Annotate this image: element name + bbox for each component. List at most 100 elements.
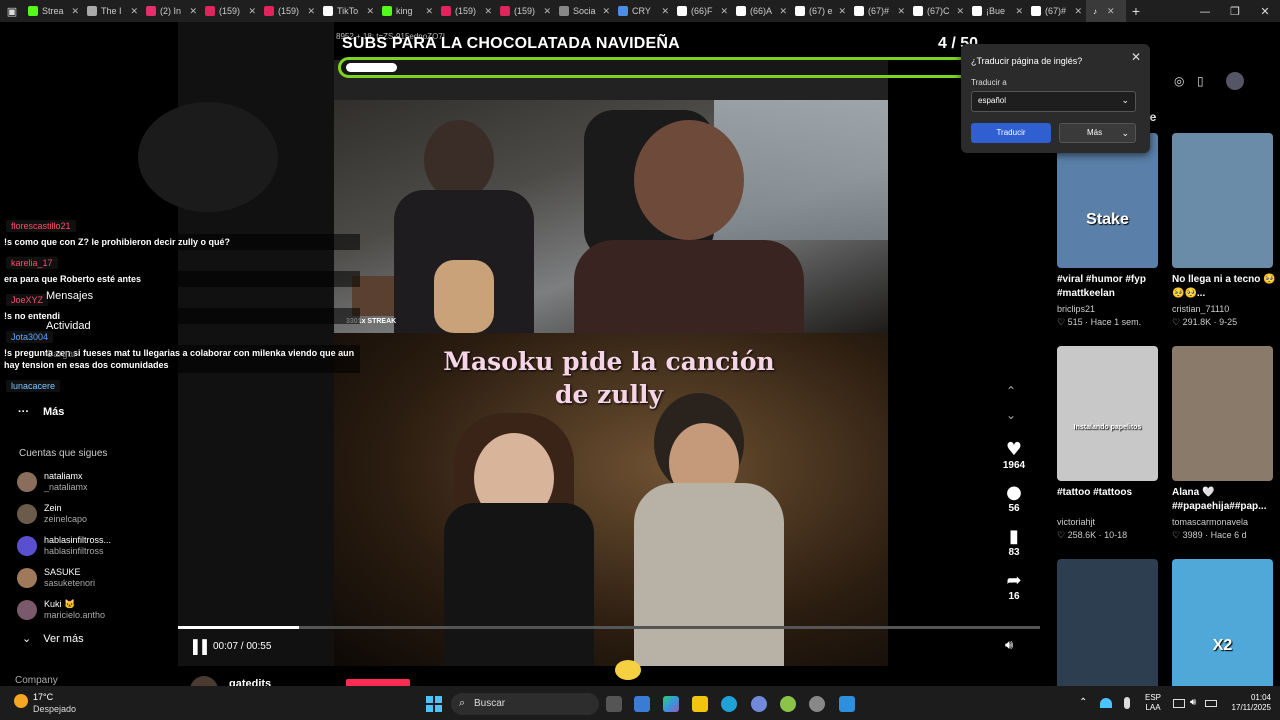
copilot-icon[interactable] (663, 696, 679, 712)
tab[interactable]: (2) In ✕ (142, 0, 201, 22)
window-menu-icon[interactable]: ▣ (0, 0, 24, 22)
following-item[interactable]: Kuki 🐱 maricielo.antho (17, 594, 105, 626)
tab[interactable]: Strea ✕ (24, 0, 83, 22)
tab[interactable]: TikTo ✕ (319, 0, 378, 22)
following-item[interactable]: hablasinfiltross... hablasinfiltross (17, 530, 111, 562)
language-select[interactable]: español ⌄ (971, 91, 1136, 112)
close-icon[interactable]: ✕ (1015, 6, 1023, 17)
close-icon[interactable]: ✕ (71, 6, 79, 17)
video-card[interactable] (1057, 559, 1161, 694)
card-username[interactable]: cristian_71110 (1172, 304, 1276, 314)
video-thumbnail[interactable] (1172, 346, 1273, 481)
video-thumbnail[interactable]: Stake (1057, 133, 1158, 268)
close-icon[interactable]: ✕ (1131, 50, 1141, 64)
tab[interactable]: (159) ✕ (496, 0, 555, 22)
close-icon[interactable]: ✕ (425, 6, 433, 17)
language-indicator[interactable]: ESP LAA (1145, 693, 1161, 713)
like-action[interactable]: ♥ 1964 (993, 440, 1035, 472)
tab[interactable]: (159) ✕ (201, 0, 260, 22)
wifi-icon[interactable] (1100, 698, 1112, 708)
translate-button[interactable]: Traducir (971, 123, 1051, 143)
video-thumbnail[interactable]: X2 (1172, 559, 1273, 694)
compass-icon[interactable]: ◎ (1174, 74, 1184, 88)
card-username[interactable]: victoriahjt (1057, 517, 1161, 527)
battery-icon[interactable] (1205, 700, 1217, 707)
video-card[interactable]: X2 (1172, 559, 1276, 694)
taskbar-clock[interactable]: 01:04 17/11/2025 (1221, 693, 1271, 713)
close-icon[interactable]: ✕ (189, 6, 197, 17)
app-icon[interactable] (780, 696, 796, 712)
taskview-icon[interactable] (606, 696, 622, 712)
store-icon[interactable] (634, 696, 650, 712)
comment-action[interactable]: ● 56 (993, 483, 1035, 515)
tab[interactable]: ¡Bue ✕ (968, 0, 1027, 22)
nav-more[interactable]: ··· Más (18, 406, 64, 418)
tab[interactable]: (66)A ✕ (732, 0, 791, 22)
close-window-button[interactable]: ✕ (1250, 5, 1280, 18)
next-video-button[interactable]: ⌄ (1006, 408, 1016, 422)
chat-username[interactable]: florescastillo21 (6, 220, 76, 232)
settings-icon[interactable] (809, 696, 825, 712)
video-card[interactable]: Stake #viral #humor #fyp #mattkeelan bricl… (1057, 133, 1161, 328)
chat-username[interactable]: karelia_17 (6, 257, 58, 269)
phone-icon[interactable]: ▯ (1197, 74, 1204, 88)
close-icon[interactable]: ✕ (956, 6, 964, 17)
restore-button[interactable]: ❐ (1220, 5, 1250, 18)
tab[interactable]: king ✕ (378, 0, 437, 22)
close-icon[interactable]: ✕ (366, 6, 374, 17)
video-thumbnail[interactable] (1172, 133, 1273, 268)
tab[interactable]: (67)C ✕ (909, 0, 968, 22)
close-icon[interactable]: ✕ (543, 6, 551, 17)
following-item[interactable]: SASUKE sasuketenori (17, 562, 95, 594)
minimize-button[interactable]: — (1190, 5, 1220, 18)
video-player[interactable]: 3301x STREAK Masoku pide la canción de z… (334, 60, 888, 666)
close-icon[interactable]: ✕ (602, 6, 610, 17)
card-username[interactable]: briclips21 (1057, 304, 1161, 314)
pause-button[interactable]: ▌▌ (193, 639, 211, 654)
close-icon[interactable]: ✕ (248, 6, 256, 17)
chat-username[interactable]: Jota3004 (6, 331, 54, 343)
profile-avatar[interactable] (1226, 72, 1244, 90)
previous-video-button[interactable]: ⌃ (1006, 384, 1016, 398)
tab[interactable]: (67)# ✕ (1027, 0, 1086, 22)
video-card[interactable]: No llega ni a tecno 🥺🥺🥺... cristian_71110… (1172, 133, 1276, 328)
video-thumbnail[interactable] (1057, 559, 1158, 694)
tab[interactable]: (67)# ✕ (850, 0, 909, 22)
chat-username[interactable]: lunacacere (6, 380, 61, 392)
video-thumbnail[interactable]: Instalando papelitos (1057, 346, 1158, 481)
more-options-button[interactable]: Más ⌄ (1059, 123, 1136, 143)
close-icon[interactable]: ✕ (838, 6, 846, 17)
card-username[interactable]: tomascarmonavela (1172, 517, 1276, 527)
tray-chevron-icon[interactable]: ⌃ (1079, 697, 1087, 708)
close-icon[interactable]: ✕ (1107, 6, 1115, 17)
close-icon[interactable]: ✕ (720, 6, 728, 17)
tab[interactable]: (159) ✕ (437, 0, 496, 22)
close-icon[interactable]: ✕ (484, 6, 492, 17)
tab[interactable]: The I ✕ (83, 0, 142, 22)
close-icon[interactable]: ✕ (897, 6, 905, 17)
new-tab-button[interactable]: + (1126, 3, 1146, 19)
tab[interactable]: CRY ✕ (614, 0, 673, 22)
close-icon[interactable]: ✕ (130, 6, 138, 17)
share-action[interactable]: ➦ 16 (993, 571, 1035, 603)
tab[interactable]: (159) ✕ (260, 0, 319, 22)
tab-active[interactable]: ♪ ✕ (1086, 0, 1126, 22)
nav-mensajes[interactable]: Mensajes (46, 290, 93, 302)
volume-tray-icon[interactable]: 🔊︎ (1190, 697, 1196, 708)
start-icon[interactable] (426, 696, 442, 712)
chat-username[interactable]: JoeXYZ (6, 294, 49, 306)
close-icon[interactable]: ✕ (779, 6, 787, 17)
close-icon[interactable]: ✕ (1074, 6, 1082, 17)
volume-icon[interactable]: 🔊︎ (1005, 638, 1013, 653)
nav-actividad[interactable]: Actividad (46, 320, 91, 332)
tab[interactable]: Socia ✕ (555, 0, 614, 22)
close-icon[interactable]: ✕ (661, 6, 669, 17)
following-item[interactable]: nataliamx _nataliamx (17, 466, 88, 498)
save-action[interactable]: ▮ 83 (993, 527, 1035, 559)
discord-icon[interactable] (751, 696, 767, 712)
company-link[interactable]: Company (15, 675, 58, 686)
see-more-button[interactable]: ⌄ Ver más (22, 632, 84, 645)
video-card[interactable]: Instalando papelitos #tattoo #tattoos vict… (1057, 346, 1161, 541)
close-icon[interactable]: ✕ (307, 6, 315, 17)
edge-icon[interactable] (721, 696, 737, 712)
